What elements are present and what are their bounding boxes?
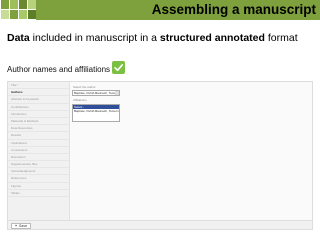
logo-square [1,10,9,19]
sidebar-item[interactable]: Tables [8,190,69,197]
sidebar-item[interactable]: Figures [8,183,69,190]
sidebar-item[interactable]: Data Resources [8,125,69,133]
sidebar-item[interactable]: Implications [8,140,69,147]
sidebar-item[interactable]: Introduction [8,111,69,118]
save-label: Save [19,223,28,228]
title-band: Assembling a manuscript [36,0,320,20]
author-affiliations-label: Author names and affiliations [7,65,111,74]
sidebar-item[interactable]: Contributions [8,104,69,111]
logo-square [19,0,27,9]
affiliations-label: Affiliations [73,98,87,102]
checkmark-icon [112,61,125,74]
logo-square [10,10,18,19]
sidebar-item[interactable]: Abstract & Keywords [8,96,69,104]
sidebar-item[interactable]: Authors [8,89,69,97]
list-item[interactable]: Baptiste, Petrič-Bannach, Tomerm [73,109,119,113]
logo-grid [0,0,36,20]
sidebar-item[interactable]: Results [8,132,69,140]
headline-middle: included in manuscript in a [29,32,160,44]
sidebar-item[interactable]: Title * [8,82,69,90]
sidebar-item[interactable]: References [8,175,69,183]
page-title: Assembling a manuscript [151,2,316,17]
sidebar-item[interactable]: Discussion [8,154,69,162]
author-select-value: Baptiste, Petrič-Bannach, Tomerm [74,91,120,95]
author-panel: Select the author Baptiste, Petrič-Banna… [72,83,312,122]
logo-square [28,0,36,9]
footer-bar: + Save [8,220,312,229]
logo-square [1,0,9,9]
embedded-screenshot: Title * Authors Abstract & Keywords Contrib… [7,81,313,230]
headline-data: Data [7,32,30,44]
manuscript-sidebar: Title * Authors Abstract & Keywords Contrib… [8,82,70,220]
headline-format: format [264,32,298,44]
headline: Data included in manuscript in a structu… [7,32,298,44]
chevron-down-icon[interactable] [115,91,119,95]
plus-icon: + [15,223,18,228]
sidebar-item[interactable]: Conclusions [8,147,69,154]
sidebar-item[interactable]: Acknowledgments [8,168,69,176]
sidebar-item[interactable]: Materials & Methods [8,118,69,126]
logo-square [19,10,27,19]
sidebar-item[interactable]: Supplementary files [8,161,69,169]
author-select[interactable]: Baptiste, Petrič-Bannach, Tomerm [72,90,120,96]
headline-structured: structured annotated [159,32,265,44]
logo-square [10,0,18,9]
save-button[interactable]: + Save [11,222,32,229]
logo-square [28,10,36,19]
affiliations-listbox[interactable]: Select - Baptiste, Petrič-Bannach, Tomerm [72,104,120,122]
